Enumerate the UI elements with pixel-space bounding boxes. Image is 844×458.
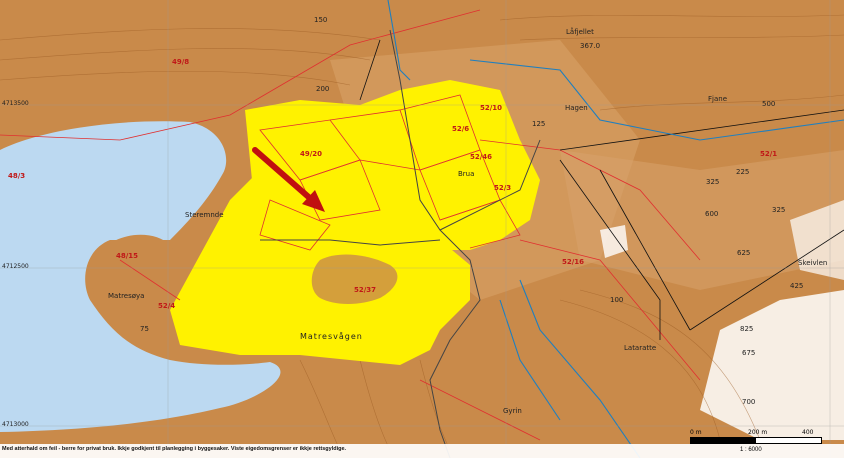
disclaimer-text: Med atterhald om feil - berre for privat… bbox=[2, 446, 347, 452]
scale-bar-graphic bbox=[690, 437, 822, 444]
elevation-label: 150 bbox=[314, 16, 328, 24]
coordinate-label: 4713500 bbox=[2, 100, 29, 107]
parcel-label: 48/15 bbox=[116, 252, 139, 260]
label-stereminde: Steremnde bbox=[185, 211, 224, 219]
label-lataratte: Lataratte bbox=[624, 344, 657, 352]
label-lofjellet: Låfjellet bbox=[566, 28, 594, 36]
map-footer: Med atterhald om feil - berre for privat… bbox=[0, 444, 844, 458]
label-brua: Brua bbox=[458, 170, 475, 178]
parcel-label: 52/37 bbox=[354, 286, 377, 294]
parcel-label: 52/10 bbox=[480, 104, 503, 112]
elevation-label: 75 bbox=[140, 325, 149, 333]
parcel-label: 52/46 bbox=[470, 153, 493, 161]
label-hagen: Hagen bbox=[565, 104, 588, 112]
parcel-label: 52/6 bbox=[452, 125, 470, 133]
elevation-label: 600 bbox=[705, 210, 719, 218]
scale-mid: 200 m bbox=[748, 429, 768, 436]
parcel-label: 48/3 bbox=[8, 172, 26, 180]
elevation-label: 225 bbox=[736, 168, 750, 176]
elevation-label: 625 bbox=[737, 249, 751, 257]
elevation-label: 500 bbox=[762, 100, 776, 108]
parcel-label: 49/8 bbox=[172, 58, 190, 66]
elevation-label: 200 bbox=[316, 85, 330, 93]
label-matresoya: Matresøya bbox=[108, 292, 145, 300]
coordinate-label: 4712500 bbox=[2, 263, 29, 270]
elevation-label: 367.0 bbox=[580, 42, 601, 50]
elevation-label: 100 bbox=[610, 296, 624, 304]
elevation-label: 325 bbox=[706, 178, 720, 186]
parcel-label: 52/3 bbox=[494, 184, 512, 192]
scale-bar: 0 m 200 m 400 m bbox=[690, 429, 822, 445]
elevation-label: 675 bbox=[742, 349, 756, 357]
scale-start: 0 m bbox=[690, 429, 702, 436]
parcel-label: 49/20 bbox=[300, 150, 323, 158]
elevation-label: 125 bbox=[532, 120, 546, 128]
parcel-label: 52/4 bbox=[158, 302, 176, 310]
map-layer bbox=[0, 0, 844, 458]
elevation-label: 325 bbox=[772, 206, 786, 214]
parcel-label: 52/16 bbox=[562, 258, 585, 266]
map-canvas[interactable]: Matresvågen Steremnde Matresøya Hagen Sk… bbox=[0, 0, 844, 458]
elevation-label: 825 bbox=[740, 325, 754, 333]
elevation-label: 700 bbox=[742, 398, 756, 406]
label-gyrin: Gyrin bbox=[503, 407, 522, 415]
elevation-label: 425 bbox=[790, 282, 804, 290]
label-fajane: Fjane bbox=[708, 95, 728, 103]
parcel-label: 52/1 bbox=[760, 150, 778, 158]
scale-ratio: 1 : 6000 bbox=[740, 447, 762, 453]
label-mathresvagen: Matresvågen bbox=[300, 332, 363, 341]
coordinate-label: 4713000 bbox=[2, 421, 29, 428]
label-skeivlen: Skeivlen bbox=[798, 259, 828, 267]
